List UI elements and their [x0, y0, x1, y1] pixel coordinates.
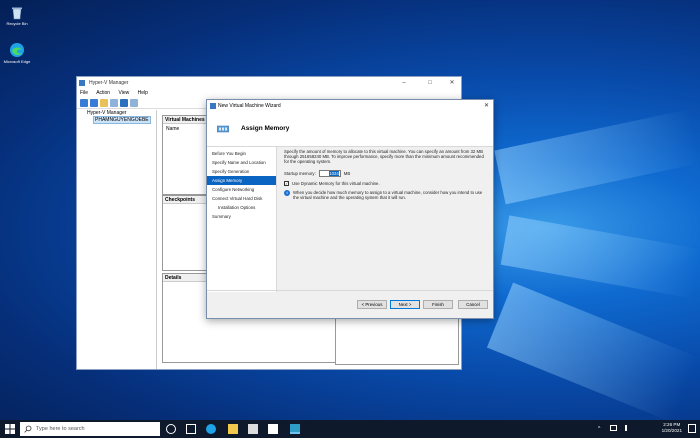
wizard-footer: < Previous Next > Finish Cancel — [207, 290, 493, 318]
cancel-button[interactable]: Cancel — [458, 300, 488, 309]
taskbar-search-box[interactable]: Type here to search — [20, 422, 160, 436]
page-title: Assign Memory — [241, 125, 290, 132]
store-icon[interactable] — [248, 424, 258, 434]
wallpaper-ray — [486, 282, 699, 423]
step-before-you-begin[interactable]: Before You Begin — [207, 149, 276, 158]
folder-icon[interactable] — [100, 99, 108, 107]
clock-date: 1/20/2021 — [661, 428, 682, 433]
wizard-header: Assign Memory — [207, 112, 493, 147]
edge-icon — [9, 42, 25, 58]
new-vm-wizard-dialog[interactable]: New Virtual Machine Wizard ✕ Assign Memo… — [206, 99, 494, 319]
step-name-location[interactable]: Specify Name and Location — [207, 158, 276, 167]
step-summary[interactable]: Summary — [207, 212, 276, 221]
finish-button[interactable]: Finish — [423, 300, 453, 309]
taskbar: Type here to search ^ 2:26 PM 1/20/2021 — [0, 420, 700, 438]
startup-memory-unit: MB — [343, 170, 351, 176]
wizard-steps: Before You Begin Specify Name and Locati… — [207, 147, 277, 292]
properties-icon[interactable] — [130, 99, 138, 107]
edge-taskbar-icon[interactable] — [206, 424, 216, 434]
taskbar-clock[interactable]: 2:26 PM 1/20/2021 — [662, 422, 682, 434]
show-hidden-icons[interactable]: ^ — [598, 426, 600, 432]
step-assign-memory[interactable]: Assign Memory — [207, 176, 276, 185]
volume-icon[interactable] — [625, 425, 631, 431]
step-installation-options[interactable]: Installation Options — [207, 203, 276, 212]
back-icon[interactable] — [80, 99, 88, 107]
navigation-tree: Hyper-V Manager PHAMNGUYENGOEBE — [77, 110, 157, 369]
desktop-icon-edge[interactable]: Microsoft Edge — [2, 42, 32, 64]
startup-memory-input[interactable]: 1024 — [318, 169, 341, 177]
next-button[interactable]: Next > — [390, 300, 420, 309]
wallpaper-ray — [494, 109, 700, 205]
maximize-button[interactable]: □ — [421, 77, 439, 89]
file-explorer-icon[interactable] — [228, 424, 238, 434]
close-button[interactable]: ✕ — [484, 100, 489, 112]
wallpaper-ray — [500, 215, 700, 299]
step-generation[interactable]: Specify Generation — [207, 167, 276, 176]
step-networking[interactable]: Configure Networking — [207, 185, 276, 194]
menu-help[interactable]: Help — [138, 90, 148, 96]
hyperv-app-icon — [79, 80, 85, 86]
startup-memory-label: Startup memory: — [284, 170, 316, 176]
desktop-icon-label: Recycle Bin — [6, 21, 28, 26]
tree-server[interactable]: PHAMNGUYENGOEBE — [77, 116, 156, 124]
startup-memory-row: Startup memory: 1024 MB — [284, 169, 487, 177]
menu-view[interactable]: View — [118, 90, 129, 96]
task-view-icon[interactable] — [186, 424, 196, 434]
dynamic-memory-label: Use Dynamic Memory for this virtual mach… — [292, 180, 380, 186]
previous-button[interactable]: < Previous — [357, 300, 387, 309]
wizard-titlebar[interactable]: New Virtual Machine Wizard ✕ — [207, 100, 493, 112]
forward-icon[interactable] — [90, 99, 98, 107]
step-virtual-hard-disk[interactable]: Connect Virtual Hard Disk — [207, 194, 276, 203]
help-icon[interactable] — [120, 99, 128, 107]
wizard-app-icon — [210, 103, 216, 109]
hyperv-taskbar-icon[interactable] — [290, 424, 300, 434]
memory-description: Specify the amount of memory to allocate… — [284, 149, 484, 165]
recycle-bin-icon — [9, 4, 25, 20]
cortana-icon[interactable] — [166, 424, 176, 434]
desktop-icon-recycle-bin[interactable]: Recycle Bin — [2, 4, 32, 26]
info-row: i When you decide how much memory to ass… — [284, 189, 487, 201]
info-text: When you decide how much memory to assig… — [293, 189, 483, 201]
memory-chip-icon — [217, 125, 229, 133]
console-icon[interactable] — [110, 99, 118, 107]
windows-start-icon[interactable] — [5, 424, 15, 434]
search-icon — [24, 425, 32, 433]
dynamic-memory-checkbox[interactable]: ✓ — [284, 180, 289, 186]
dynamic-memory-row: ✓ Use Dynamic Memory for this virtual ma… — [284, 181, 487, 186]
menu-file[interactable]: File — [80, 90, 88, 96]
notifications-icon[interactable] — [688, 424, 696, 433]
desktop-icon-label: Microsoft Edge — [3, 59, 31, 64]
menu-action[interactable]: Action — [96, 90, 110, 96]
window-titlebar[interactable]: Hyper-V Manager – □ ✕ — [77, 77, 461, 89]
network-icon[interactable] — [610, 425, 617, 431]
wizard-content: Specify the amount of memory to allocate… — [284, 149, 487, 200]
menu-bar: File Action View Help — [77, 89, 461, 98]
mail-icon[interactable] — [268, 424, 278, 434]
close-button[interactable]: ✕ — [443, 77, 461, 89]
search-placeholder: Type here to search — [36, 426, 85, 432]
window-title: Hyper-V Manager — [89, 80, 129, 86]
minimize-button[interactable]: – — [395, 77, 413, 89]
wizard-title: New Virtual Machine Wizard — [218, 103, 281, 109]
info-icon: i — [284, 189, 290, 196]
